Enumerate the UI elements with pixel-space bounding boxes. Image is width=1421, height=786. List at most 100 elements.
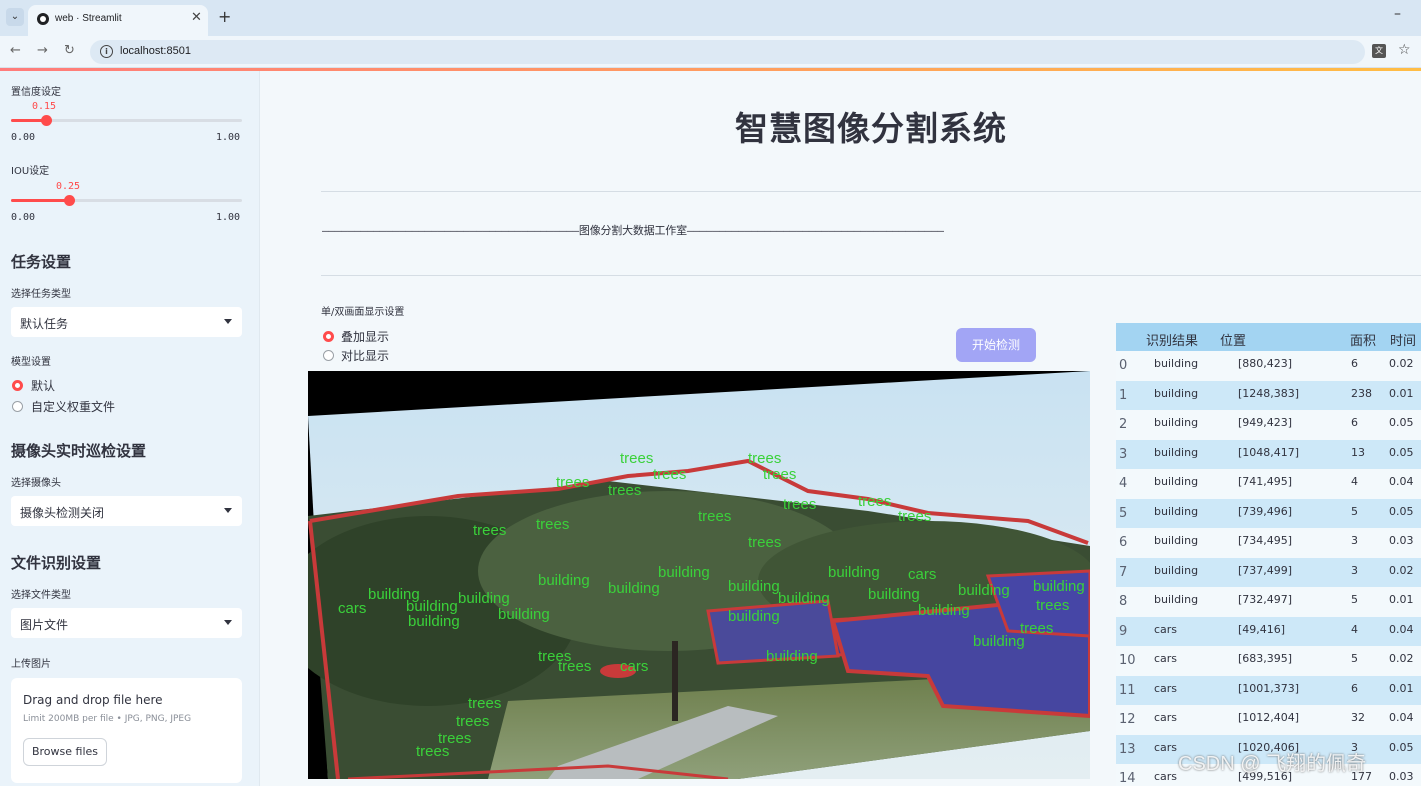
confidence-slider[interactable] — [11, 115, 242, 126]
confidence-label: 置信度设定 — [11, 87, 61, 98]
new-tab-icon[interactable]: + — [218, 7, 231, 26]
row-index: 2 — [1119, 417, 1128, 432]
start-detection-button[interactable]: 开始检测 — [956, 328, 1036, 362]
col-header-position[interactable]: 位置 — [1220, 330, 1246, 349]
results-table[interactable]: 识别结果 位置 面积 时间 0 building [880,423] 6 0.02 1 bu… — [1116, 323, 1421, 786]
model-radio-custom[interactable] — [12, 401, 23, 412]
url-field[interactable]: i localhost:8501 — [90, 40, 1365, 64]
camera-select[interactable]: 摄像头检测关闭 — [11, 496, 242, 526]
display-radio-overlay[interactable] — [323, 331, 334, 342]
iou-min: 0.00 — [11, 212, 36, 223]
cell-area: 5 — [1351, 504, 1358, 518]
cell-cls: building — [1154, 593, 1199, 606]
streamlit-favicon-icon — [37, 13, 49, 25]
browse-files-button[interactable]: Browse files — [23, 738, 107, 766]
file-type-value: 图片文件 — [20, 618, 69, 632]
cell-area: 6 — [1351, 681, 1358, 695]
cell-time: 0.05 — [1389, 416, 1414, 429]
tab-bar: ⌄ web · Streamlit ✕ + – — [0, 0, 1421, 36]
task-type-select[interactable]: 默认任务 — [11, 307, 242, 337]
watermark: CSDN @ 飞翔的佩奇 — [1178, 753, 1367, 775]
table-row[interactable]: 9 cars [49,416] 4 0.04 — [1116, 616, 1421, 646]
cell-area: 3 — [1351, 534, 1358, 547]
svg-text:trees: trees — [473, 522, 506, 539]
iou-slider[interactable] — [11, 195, 242, 206]
svg-text:trees: trees — [456, 713, 489, 730]
display-option-overlay[interactable]: 叠加显示 — [341, 328, 389, 345]
model-option-default[interactable]: 默认 — [31, 377, 55, 394]
row-index: 1 — [1119, 387, 1128, 403]
cell-time: 0.03 — [1389, 534, 1414, 547]
cell-pos: [1248,383] — [1238, 386, 1300, 400]
cell-cls: building — [1154, 445, 1199, 459]
table-row[interactable]: 3 building [1048,417] 13 0.05 — [1116, 439, 1421, 469]
svg-text:building: building — [658, 564, 710, 581]
cell-time: 0.05 — [1389, 740, 1414, 754]
row-index: 14 — [1119, 771, 1136, 786]
table-row[interactable]: 1 building [1248,383] 238 0.01 — [1116, 380, 1421, 410]
cell-pos: [734,495] — [1238, 534, 1293, 547]
minimize-icon[interactable]: – — [1394, 6, 1401, 22]
model-option-custom[interactable]: 自定义权重文件 — [31, 398, 115, 415]
tab-search-icon[interactable]: ⌄ — [6, 8, 24, 26]
col-header-area[interactable]: 面积 — [1350, 330, 1376, 349]
cell-cls: cars — [1154, 622, 1178, 636]
table-row[interactable]: 4 building [741,495] 4 0.04 — [1116, 469, 1421, 499]
table-row[interactable]: 7 building [737,499] 3 0.02 — [1116, 557, 1421, 587]
table-row[interactable]: 5 building [739,496] 5 0.05 — [1116, 498, 1421, 528]
browser-tab[interactable]: web · Streamlit ✕ — [28, 5, 208, 36]
table-row[interactable]: 12 cars [1012,404] 32 0.04 — [1116, 705, 1421, 735]
segmentation-result-image: trees trees trees trees trees trees trees tr… — [308, 371, 1090, 779]
model-radio-default[interactable] — [12, 380, 23, 391]
table-row[interactable]: 2 building [949,423] 6 0.05 — [1116, 410, 1421, 440]
display-radio-compare[interactable] — [323, 350, 334, 361]
cell-pos: [732,497] — [1238, 593, 1293, 606]
file-dropzone[interactable]: Drag and drop file here Limit 200MB per … — [11, 678, 242, 783]
cell-pos: [1001,373] — [1238, 681, 1300, 695]
table-row[interactable]: 6 building [734,495] 3 0.03 — [1116, 528, 1421, 558]
cell-cls: building — [1154, 386, 1199, 400]
col-header-result[interactable]: 识别结果 — [1146, 330, 1198, 349]
confidence-slider-thumb[interactable] — [40, 115, 52, 126]
svg-text:building: building — [778, 590, 830, 607]
model-label: 模型设置 — [11, 357, 51, 368]
svg-text:trees: trees — [536, 516, 569, 533]
col-header-time[interactable]: 时间 — [1390, 330, 1416, 349]
svg-text:building: building — [766, 648, 818, 665]
file-heading: 文件识别设置 — [11, 554, 102, 572]
site-info-icon[interactable]: i — [100, 45, 113, 58]
cell-area: 32 — [1351, 711, 1365, 724]
row-index: 7 — [1119, 564, 1128, 580]
cell-time: 0.05 — [1389, 504, 1414, 518]
cell-cls: building — [1154, 416, 1199, 429]
table-row[interactable]: 11 cars [1001,373] 6 0.01 — [1116, 675, 1421, 705]
cell-area: 5 — [1351, 652, 1358, 665]
cell-time: 0.01 — [1389, 593, 1414, 606]
back-icon[interactable]: ← — [10, 43, 21, 58]
svg-text:trees: trees — [898, 508, 931, 525]
dropzone-limit: Limit 200MB per file • JPG, PNG, JPEG — [23, 714, 192, 724]
row-index: 11 — [1119, 682, 1136, 698]
table-row[interactable]: 10 cars [683,395] 5 0.02 — [1116, 646, 1421, 676]
cell-pos: [880,423] — [1238, 357, 1293, 370]
table-row[interactable]: 8 building [732,497] 5 0.01 — [1116, 587, 1421, 617]
studio-banner: ————————————————————————————————————————… — [322, 224, 944, 237]
task-type-value: 默认任务 — [20, 317, 69, 331]
cell-area: 5 — [1351, 593, 1358, 606]
bookmark-star-icon[interactable]: ☆ — [1398, 42, 1411, 58]
iou-slider-thumb[interactable] — [63, 195, 75, 206]
reload-icon[interactable]: ↻ — [64, 43, 75, 58]
cell-cls: building — [1154, 504, 1199, 518]
close-tab-icon[interactable]: ✕ — [191, 10, 202, 25]
svg-text:trees: trees — [608, 482, 641, 499]
display-option-compare[interactable]: 对比显示 — [341, 347, 389, 364]
results-table-header: 识别结果 位置 面积 时间 — [1116, 323, 1421, 351]
row-index: 3 — [1119, 446, 1128, 462]
cell-area: 238 — [1351, 386, 1372, 400]
url-text: localhost:8501 — [120, 45, 191, 57]
file-type-select[interactable]: 图片文件 — [11, 608, 242, 638]
table-row[interactable]: 0 building [880,423] 6 0.02 — [1116, 351, 1421, 381]
cell-time: 0.01 — [1389, 386, 1414, 400]
translate-icon[interactable]: 文 — [1372, 44, 1386, 58]
forward-icon[interactable]: → — [37, 43, 48, 58]
